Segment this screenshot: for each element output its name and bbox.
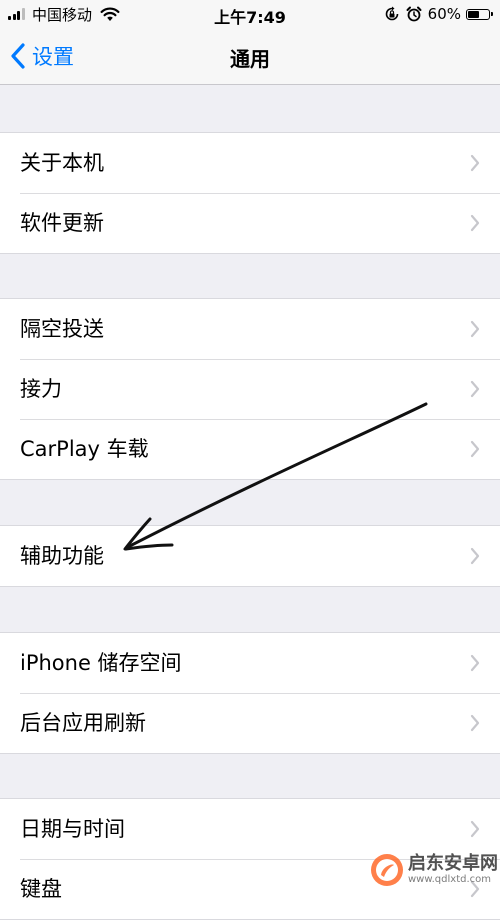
list-item-label: 辅助功能	[20, 544, 104, 568]
chevron-right-icon	[470, 820, 480, 838]
chevron-right-icon	[470, 714, 480, 732]
list-item-label: iPhone 储存空间	[20, 651, 182, 675]
settings-group-about: 关于本机 软件更新	[0, 132, 500, 254]
battery-percent: 60%	[427, 5, 461, 23]
list-item-iphone-storage[interactable]: iPhone 储存空间	[0, 633, 500, 693]
list-item-label: 软件更新	[20, 211, 104, 235]
navigation-bar: 设置 通用	[0, 30, 500, 85]
list-item-label: 后台应用刷新	[20, 711, 146, 735]
list-item-accessibility[interactable]: 辅助功能	[0, 526, 500, 586]
chevron-right-icon	[470, 547, 480, 565]
list-item-label: 键盘	[20, 877, 62, 901]
settings-group-accessibility: 辅助功能	[0, 525, 500, 587]
watermark-name: 启东安卓网	[408, 853, 498, 874]
chevron-right-icon	[470, 214, 480, 232]
chevron-right-icon	[470, 380, 480, 398]
list-item-label: 接力	[20, 377, 62, 401]
settings-group-storage: iPhone 储存空间 后台应用刷新	[0, 632, 500, 754]
list-item-label: 隔空投送	[20, 317, 104, 341]
list-item-background-refresh[interactable]: 后台应用刷新	[0, 693, 500, 753]
page-title: 通用	[230, 47, 270, 71]
list-item-label: 日期与时间	[20, 817, 125, 841]
list-item-date-time[interactable]: 日期与时间	[0, 799, 500, 859]
list-item-carplay[interactable]: CarPlay 车载	[0, 419, 500, 479]
chevron-right-icon	[470, 154, 480, 172]
orientation-lock-icon	[385, 6, 398, 21]
watermark: 启东安卓网 www.qdlxtd.com	[370, 853, 498, 887]
watermark-logo-icon	[371, 854, 403, 886]
list-item-label: CarPlay 车载	[20, 437, 149, 461]
settings-group-connectivity: 隔空投送 接力 CarPlay 车载	[0, 298, 500, 480]
alarm-icon	[406, 6, 422, 22]
chevron-right-icon	[470, 320, 480, 338]
status-bar: 中国移动 上午7:49 60%	[0, 0, 500, 30]
status-right: 60%	[384, 4, 493, 24]
battery-fill	[468, 10, 479, 18]
watermark-text: 启东安卓网 www.qdlxtd.com	[408, 855, 498, 885]
list-item-label: 关于本机	[20, 151, 104, 175]
watermark-url: www.qdlxtd.com	[408, 874, 491, 885]
chevron-right-icon	[470, 654, 480, 672]
battery-icon	[466, 8, 493, 20]
list-item-about[interactable]: 关于本机	[0, 133, 500, 193]
list-item-software-update[interactable]: 软件更新	[0, 193, 500, 253]
chevron-right-icon	[470, 440, 480, 458]
list-item-handoff[interactable]: 接力	[0, 359, 500, 419]
list-item-airdrop[interactable]: 隔空投送	[0, 299, 500, 359]
